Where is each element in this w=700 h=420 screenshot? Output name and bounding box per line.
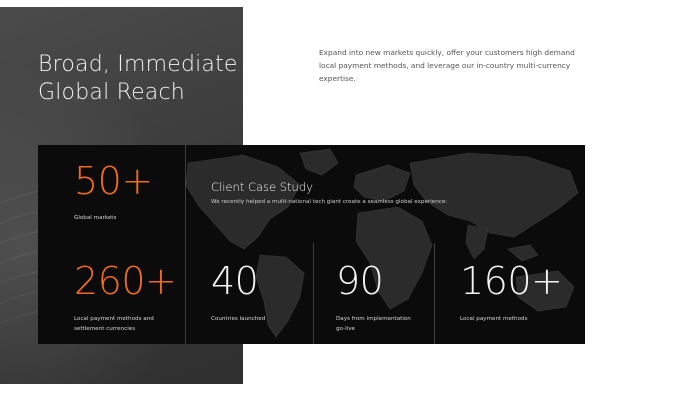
column-divider — [313, 243, 314, 344]
stat-value: 90 — [336, 259, 384, 303]
stat-label: Local payment methods and settlement cur… — [74, 316, 154, 332]
column-divider — [434, 243, 435, 344]
stat-label: Countries launched — [211, 316, 266, 322]
stat-days-to-go-live: 90 Days from implementation go-live — [336, 261, 416, 334]
stat-label: Global markets — [74, 215, 117, 221]
stat-payment-methods: 260+ Local payment methods and settlemen… — [74, 259, 177, 334]
case-study-description: We recently helped a multi-national tech… — [211, 199, 448, 205]
page-title-line-2: Global Reach — [38, 80, 185, 105]
stat-value: 160+ — [460, 259, 563, 303]
stat-value: 40 — [211, 259, 259, 303]
page-title-line-1: Broad, Immediate — [38, 52, 238, 77]
stat-local-payment-methods: 160+ Local payment methods — [460, 261, 570, 324]
stats-panel: 50+ Global markets 260+ Local payment me… — [38, 145, 585, 344]
intro-paragraph: Expand into new markets quickly, offer y… — [319, 48, 575, 83]
page-title: Broad, Immediate Global Reach — [38, 51, 238, 107]
case-study-title: Client Case Study — [211, 180, 313, 194]
stat-label: Days from implementation go-live — [336, 316, 411, 332]
stat-value: 50+ — [74, 159, 153, 203]
stat-value: 260+ — [74, 259, 177, 303]
column-divider — [185, 145, 186, 344]
stat-label: Local payment methods — [460, 316, 528, 322]
stat-global-markets: 50+ Global markets — [74, 161, 153, 223]
page: Broad, Immediate Global Reach Expand int… — [0, 0, 700, 420]
stat-countries-launched: 40 Countries launched — [211, 261, 306, 324]
